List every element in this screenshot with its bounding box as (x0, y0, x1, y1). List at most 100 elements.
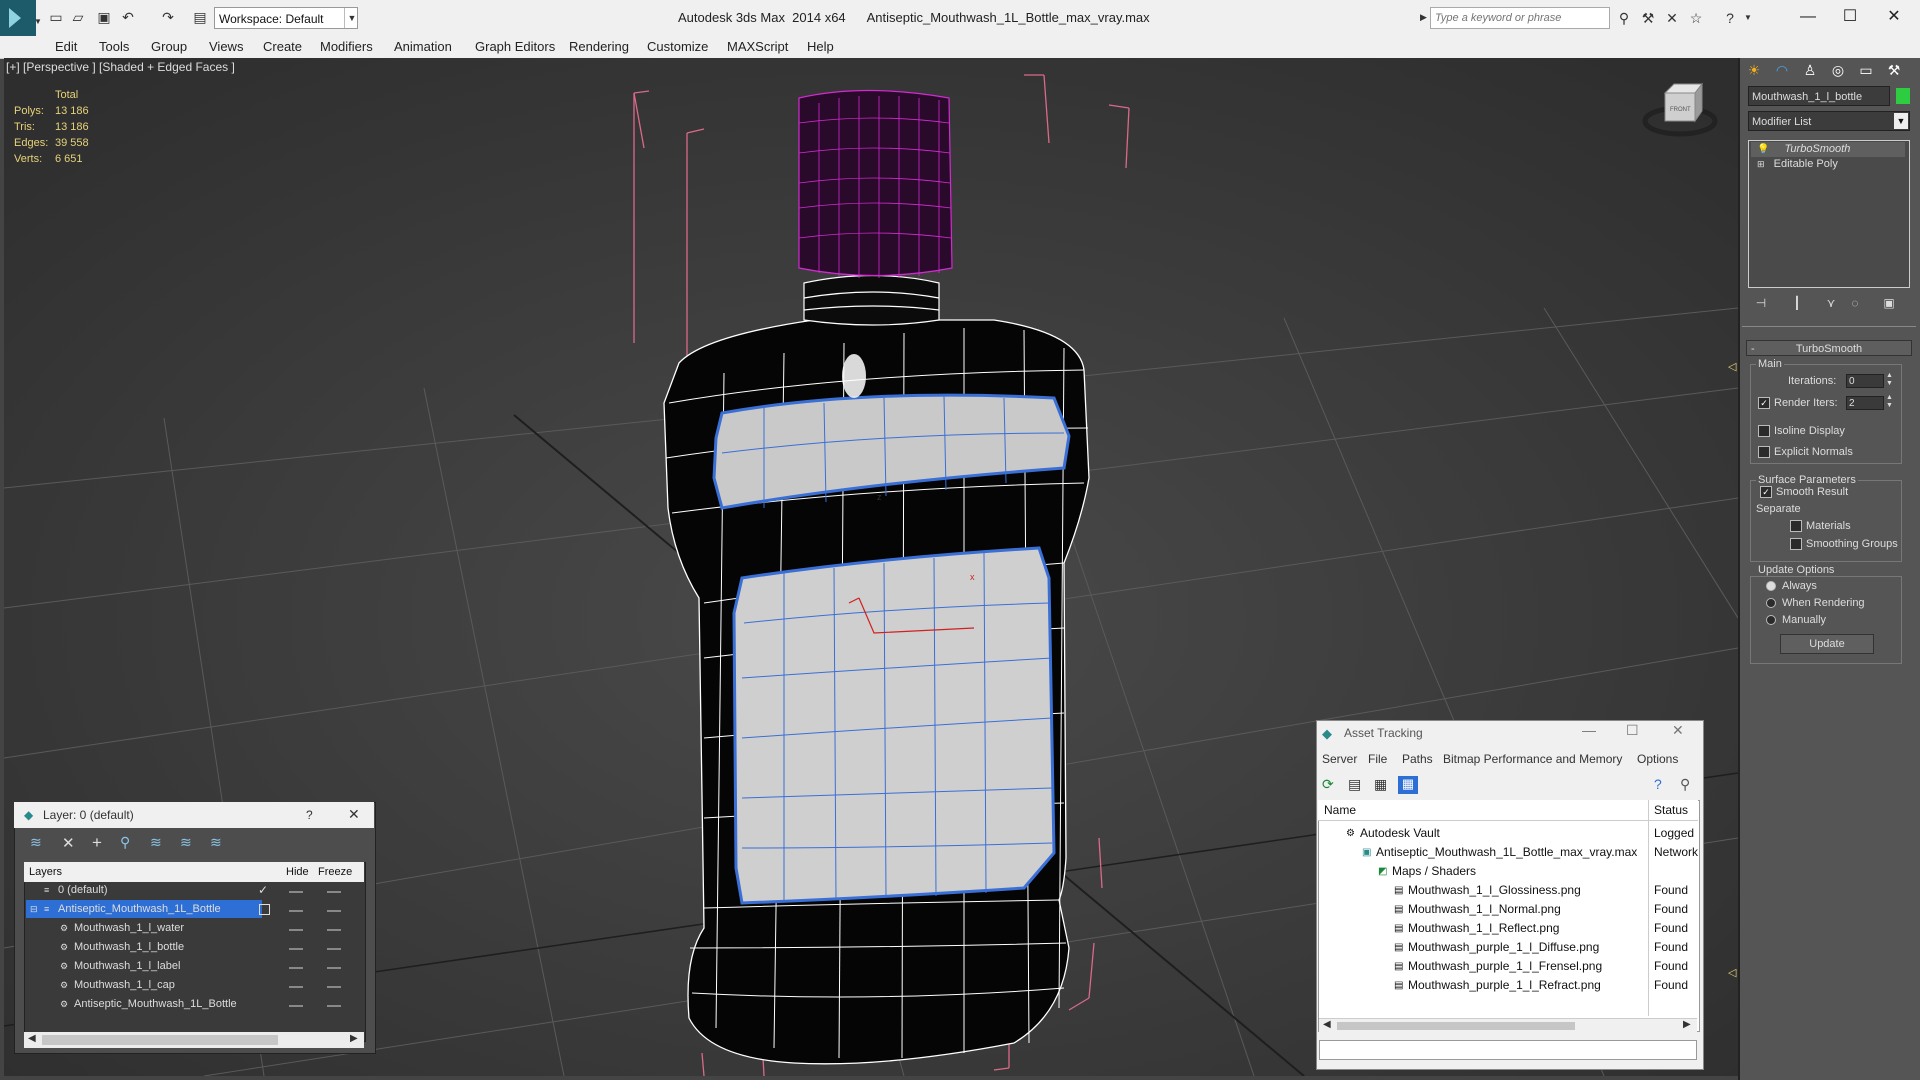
render-iters-checkbox[interactable]: ✓ (1758, 397, 1770, 409)
configure-sets-icon[interactable]: ▣ (1878, 294, 1900, 312)
help-icon[interactable]: ? (1722, 10, 1738, 26)
menu-edit[interactable]: Edit (55, 39, 77, 54)
smooth-result-checkbox[interactable]: ✓ (1760, 486, 1772, 498)
modifier-list-dropdown[interactable]: Modifier List (1748, 111, 1910, 131)
iterations-spinner[interactable]: 0 (1846, 374, 1884, 388)
add-to-layer-icon[interactable]: + (92, 833, 102, 853)
workspace-dropdown[interactable]: Workspace: Default (214, 7, 358, 29)
scroll-right-icon[interactable]: ▶ (350, 1033, 358, 1044)
when-rendering-radio[interactable] (1766, 598, 1776, 608)
search-input[interactable] (1430, 7, 1610, 29)
manually-radio[interactable] (1766, 615, 1776, 625)
lightbulb-icon[interactable]: 💡 (1757, 144, 1769, 155)
col-freeze[interactable]: Freeze (318, 862, 352, 882)
asset-menu-paths[interactable]: Paths (1402, 752, 1433, 766)
spinner-arrows-icon[interactable]: ▲ ▼ (1886, 372, 1893, 388)
asset-row[interactable]: ▤ Mouthwash_1_l_Glossiness.png Found (1318, 881, 1698, 900)
close-button[interactable]: ✕ (1874, 6, 1914, 28)
object-name-field[interactable]: Mouthwash_1_l_bottle (1748, 86, 1890, 106)
explicit-normals-checkbox[interactable] (1758, 446, 1770, 458)
asset-row[interactable]: ▤ Mouthwash_1_l_Reflect.png Found (1318, 919, 1698, 938)
asset-row[interactable]: ▤ Mouthwash_purple_1_l_Frensel.png Found (1318, 957, 1698, 976)
asset-row[interactable]: ⚙ Autodesk Vault Logged (1318, 824, 1698, 843)
menu-animation[interactable]: Animation (394, 39, 452, 54)
menu-tools[interactable]: Tools (99, 39, 129, 54)
freeze-toggle[interactable] (327, 1005, 341, 1007)
isoline-display-checkbox[interactable] (1758, 425, 1770, 437)
redo-icon[interactable]: ↷ (160, 9, 176, 25)
help-icon[interactable]: ? (306, 808, 313, 822)
menu-views[interactable]: Views (209, 39, 243, 54)
viewport-label[interactable]: [+] [Perspective ] [Shaded + Edged Faces… (6, 60, 235, 74)
freeze-toggle[interactable] (327, 948, 341, 950)
layer-row[interactable]: ⚙ Antiseptic_Mouthwash_1L_Bottle (26, 995, 262, 1013)
make-unique-icon[interactable]: ⋎ (1820, 294, 1842, 312)
active-layer-check-icon[interactable]: ✓ (258, 883, 268, 897)
asset-row[interactable]: ▤ Mouthwash_1_l_Normal.png Found (1318, 900, 1698, 919)
hide-layers-icon[interactable]: ≋ (210, 834, 222, 851)
pin-icon[interactable]: ⚲ (1680, 776, 1690, 793)
freeze-toggle[interactable] (327, 929, 341, 931)
freeze-toggle[interactable] (327, 967, 341, 969)
layer-panel-titlebar[interactable]: ◆ Layer: 0 (default) ? ✕ (14, 802, 374, 828)
col-status[interactable]: Status (1654, 800, 1688, 820)
menu-create[interactable]: Create (263, 39, 302, 54)
scrollbar-thumb[interactable] (42, 1035, 278, 1045)
freeze-toggle[interactable] (327, 986, 341, 988)
scroll-right-icon[interactable]: ▶ (1683, 1019, 1691, 1030)
scroll-left-icon[interactable]: ◀ (1323, 1019, 1331, 1030)
menu-help[interactable]: Help (807, 39, 834, 54)
asset-row[interactable]: ▤ Mouthwash_purple_1_l_Refract.png Found (1318, 976, 1698, 995)
expand-plus-icon[interactable]: ⊞ (1757, 159, 1765, 169)
object-color-swatch[interactable] (1896, 88, 1910, 104)
remove-modifier-icon[interactable]: ◌ (1844, 294, 1866, 312)
stack-item-turbosmooth[interactable]: 💡 TurboSmooth (1751, 142, 1905, 157)
maximize-button[interactable]: ☐ (1626, 722, 1639, 739)
binoculars-icon[interactable]: ⚲ (1616, 10, 1632, 26)
layer-horizontal-scrollbar[interactable]: ◀ ▶ (24, 1032, 364, 1048)
close-button[interactable]: ✕ (1672, 722, 1684, 739)
chevron-down-icon[interactable]: ▼ (1894, 113, 1908, 129)
materials-checkbox[interactable] (1790, 520, 1802, 532)
current-layer-toggle-icon[interactable] (259, 904, 270, 915)
update-button[interactable]: Update (1780, 634, 1874, 654)
table-view-icon[interactable]: ▦ (1398, 776, 1418, 794)
minimize-button[interactable]: — (1788, 6, 1828, 28)
chevron-down-icon[interactable]: ▼ (344, 8, 359, 28)
app-menu-arrow-icon[interactable]: ▼ (30, 14, 46, 30)
render-iters-spinner[interactable]: 2 (1846, 396, 1884, 410)
thumbnail-view-icon[interactable]: ▦ (1374, 776, 1387, 793)
hierarchy-tab-icon[interactable]: ♙ (1797, 58, 1823, 82)
highlight-layer-icon[interactable]: ≋ (180, 834, 192, 851)
collapse-minus-icon[interactable]: - (1751, 341, 1755, 357)
help-icon[interactable]: ? (1654, 776, 1662, 792)
menu-rendering[interactable]: Rendering (569, 39, 629, 54)
hide-toggle[interactable] (289, 967, 303, 969)
layer-row[interactable]: ⚙ Mouthwash_1_l_label (26, 957, 262, 975)
pin-stack-icon[interactable]: ⊣ (1750, 294, 1772, 312)
time-slider-marker-icon[interactable]: ◁ (1728, 966, 1736, 979)
asset-menu-server[interactable]: Server (1322, 752, 1357, 766)
search-expand-icon[interactable]: ▶ (1420, 12, 1427, 23)
scrollbar-thumb[interactable] (1337, 1022, 1575, 1030)
create-tab-icon[interactable]: ☀ (1741, 58, 1767, 82)
menu-maxscript[interactable]: MAXScript (727, 39, 788, 54)
col-layers[interactable]: Layers (29, 862, 62, 882)
spinner-arrows-icon[interactable]: ▲ ▼ (1886, 394, 1893, 410)
layer-row[interactable]: ≡ 0 (default) (26, 881, 262, 899)
close-icon[interactable]: ✕ (348, 806, 360, 823)
layer-row[interactable]: ⚙ Mouthwash_1_l_water (26, 919, 262, 937)
list-view-icon[interactable]: ▤ (1348, 776, 1361, 793)
select-layers-icon[interactable]: ≋ (150, 834, 162, 851)
help-dropdown-icon[interactable]: ▼ (1740, 10, 1756, 26)
asset-row[interactable]: ◩ Maps / Shaders (1318, 862, 1698, 881)
display-tab-icon[interactable]: ▭ (1853, 58, 1879, 82)
asset-path-field[interactable] (1319, 1040, 1697, 1060)
subscription-icon[interactable]: ⚒ (1640, 10, 1656, 26)
hide-toggle[interactable] (289, 910, 303, 912)
layer-row[interactable]: ⚙ Mouthwash_1_l_bottle (26, 938, 262, 956)
stack-item-editable-poly[interactable]: ⊞ Editable Poly (1751, 157, 1905, 172)
new-layer-icon[interactable]: ≋ (30, 834, 42, 851)
menu-modifiers[interactable]: Modifiers (320, 39, 373, 54)
open-file-icon[interactable]: ▱ (70, 9, 86, 25)
